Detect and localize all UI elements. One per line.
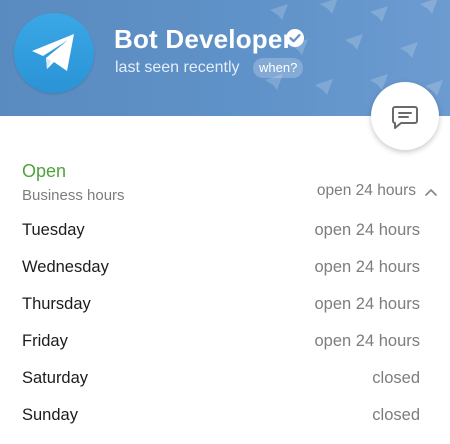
business-hours-summary[interactable]: open 24 hours [317, 182, 416, 200]
day-name: Wednesday [22, 258, 109, 276]
message-button[interactable] [371, 82, 439, 150]
day-hours: open 24 hours [314, 258, 420, 276]
day-row-sunday: Sunday closed [0, 398, 450, 434]
day-hours: closed [372, 369, 420, 387]
day-row-wednesday: Wednesday open 24 hours [0, 250, 450, 286]
verified-badge-icon [286, 29, 304, 47]
day-name: Saturday [22, 369, 89, 387]
when-button[interactable]: when? [253, 58, 304, 78]
day-name: Thursday [22, 295, 91, 313]
open-status: Open [22, 161, 67, 181]
chevron-up-icon[interactable] [424, 187, 438, 197]
day-row-friday: Friday open 24 hours [0, 324, 450, 360]
day-hours: open 24 hours [314, 295, 420, 313]
day-row-tuesday: Tuesday open 24 hours [0, 213, 450, 249]
day-hours: open 24 hours [314, 332, 420, 350]
day-hours: closed [372, 406, 420, 424]
day-name: Sunday [22, 406, 78, 424]
day-name: Tuesday [22, 221, 85, 239]
day-name: Friday [22, 332, 68, 350]
message-icon [392, 106, 418, 129]
business-hours-label: Business hours [22, 187, 125, 204]
telegram-plane-icon [32, 34, 74, 71]
day-row-saturday: Saturday closed [0, 361, 450, 397]
day-hours: open 24 hours [314, 221, 420, 239]
bot-avatar[interactable] [14, 13, 94, 93]
day-row-thursday: Thursday open 24 hours [0, 287, 450, 323]
last-seen-status: last seen recently [115, 59, 240, 76]
profile-name: Bot Developer [114, 24, 293, 54]
